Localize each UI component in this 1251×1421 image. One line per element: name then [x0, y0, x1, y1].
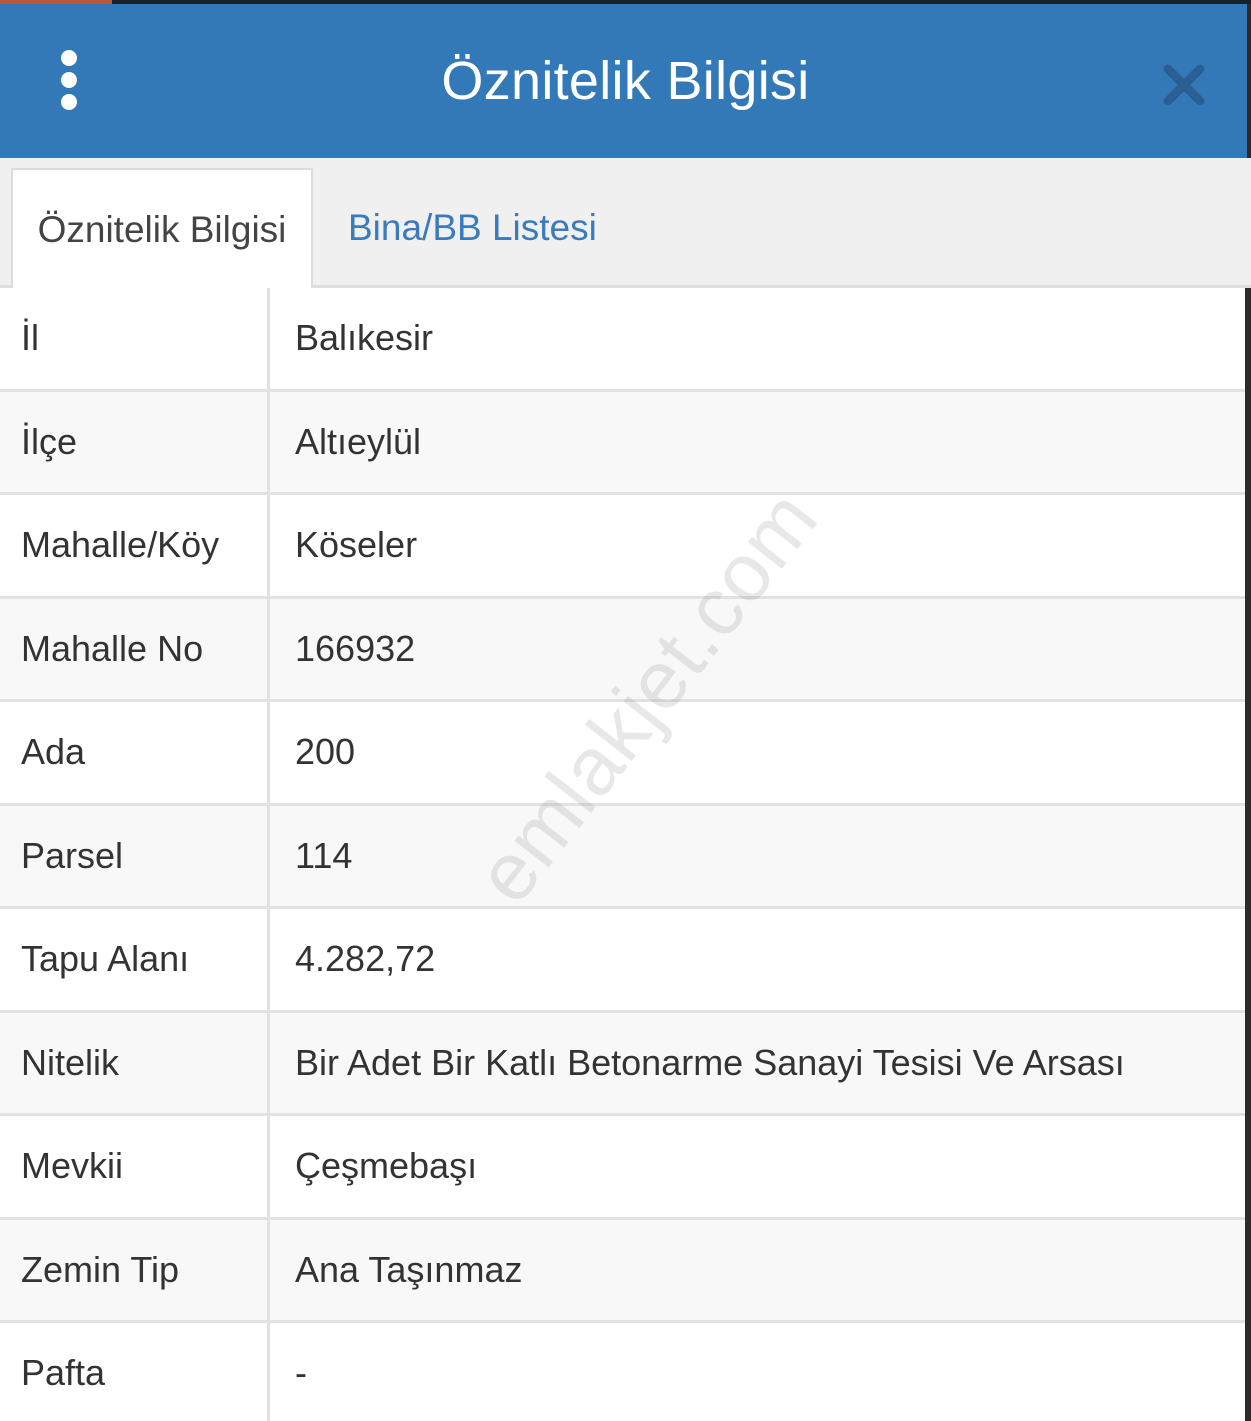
row-label-mahalle-koy: Mahalle/Köy — [0, 495, 270, 596]
attribute-table: İl Balıkesir İlçe Altıeylül Mahalle/Köy … — [0, 288, 1245, 1421]
row-label-mahalle-no: Mahalle No — [0, 598, 270, 699]
attribute-info-screen: Öznitelik Bilgisi Öznitelik Bilgisi Bina… — [0, 0, 1251, 1421]
row-value-parsel: 114 — [295, 834, 353, 876]
row-value-tapu-alani: 4.282,72 — [295, 938, 436, 980]
row-label-mevkii: Mevkii — [0, 1116, 270, 1217]
row-value-il: Balıkesir — [295, 317, 434, 359]
table-row: Zemin Tip Ana Taşınmaz — [0, 1219, 1245, 1323]
table-row: Ada 200 — [0, 702, 1245, 806]
row-value-pafta: - — [295, 1352, 307, 1394]
row-value-mahalle-koy: Köseler — [295, 524, 418, 566]
row-label-parsel: Parsel — [0, 805, 270, 906]
row-label-pafta: Pafta — [0, 1323, 270, 1421]
table-row: Mahalle No 166932 — [0, 598, 1245, 702]
kebab-dot — [61, 50, 77, 66]
close-icon-svg — [1163, 64, 1205, 106]
kebab-menu-icon[interactable] — [52, 50, 86, 110]
table-row: İlçe Altıeylül — [0, 391, 1245, 495]
table-row: Nitelik Bir Adet Bir Katlı Betonarme San… — [0, 1012, 1245, 1116]
row-value-mevkii: Çeşmebaşı — [295, 1145, 478, 1187]
row-value-mahalle-no: 166932 — [295, 627, 416, 669]
row-label-ada: Ada — [0, 702, 270, 803]
table-row: Mevkii Çeşmebaşı — [0, 1116, 1245, 1220]
row-value-nitelik: Bir Adet Bir Katlı Betonarme Sanayi Tesi… — [295, 1041, 1125, 1083]
row-label-ilce: İlçe — [0, 391, 270, 492]
row-value-ilce: Altıeylül — [295, 420, 422, 462]
table-row: Mahalle/Köy Köseler — [0, 495, 1245, 599]
row-label-tapu-alani: Tapu Alanı — [0, 909, 270, 1010]
right-edge — [1245, 288, 1251, 1421]
dialog-title: Öznitelik Bilgisi — [441, 51, 810, 111]
table-row: Pafta - — [0, 1323, 1245, 1421]
close-icon[interactable] — [1158, 59, 1210, 111]
row-value-ada: 200 — [295, 731, 356, 773]
row-label-zemin-tip: Zemin Tip — [0, 1219, 270, 1320]
row-label-il: İl — [0, 288, 270, 389]
table-row: Parsel 114 — [0, 805, 1245, 909]
row-label-nitelik: Nitelik — [0, 1012, 270, 1113]
row-value-zemin-tip: Ana Taşınmaz — [295, 1248, 523, 1290]
dialog-header: Öznitelik Bilgisi — [0, 4, 1251, 158]
kebab-dot — [61, 94, 77, 110]
table-row: İl Balıkesir — [0, 288, 1245, 392]
kebab-dot — [61, 72, 77, 88]
tab-bar: Öznitelik Bilgisi Bina/BB Listesi — [0, 158, 1251, 288]
table-row: Tapu Alanı 4.282,72 — [0, 909, 1245, 1013]
tab-oznitelik-bilgisi[interactable]: Öznitelik Bilgisi — [11, 168, 313, 288]
tab-bina-bb-listesi[interactable]: Bina/BB Listesi — [322, 168, 623, 288]
